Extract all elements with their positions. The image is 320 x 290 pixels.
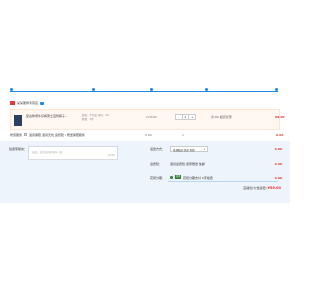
qty-plus-button[interactable]: + [189, 115, 195, 119]
huabei-amount: 0.00 [274, 176, 282, 180]
store-total-label: 店铺合计(含运费) [243, 186, 267, 190]
step-dot [150, 88, 153, 91]
divider [168, 181, 278, 182]
product-sku: 颜色：牛仔蓝 尺码：30 数量：1件 [82, 114, 108, 121]
step-dot [205, 88, 208, 91]
chat-icon[interactable] [40, 101, 45, 105]
delivery-select-value: 普通配送 快递 免邮 [173, 149, 195, 152]
checkout-steps [0, 88, 290, 92]
discount-info: 省:80 超值优惠 [211, 115, 232, 119]
store-name[interactable]: 某某服饰专营店 [17, 101, 38, 105]
store-header: 某某服饰专营店 [10, 101, 45, 105]
chevron-down-icon: ▾ [203, 148, 205, 151]
item-subtotal: 89.00 [275, 115, 285, 119]
store-badge-icon [10, 101, 15, 105]
service-price: 0.00 [145, 133, 152, 137]
service-row: 增值服务 退货保障 退货无忧 运费险 / 赠送保障服务 0.00 1 0.00 [10, 132, 284, 139]
step-dot [10, 88, 13, 91]
service-text[interactable]: 退货保障 退货无忧 运费险 / 赠送保障服务 [29, 133, 85, 137]
delivery-select[interactable]: 普通配送 快递 免邮 ▾ [170, 146, 208, 152]
seller-message-input[interactable]: 选填，请先和商家协商一致 0/200 [28, 146, 118, 160]
shipping-insurance-text: 退货运费险 卖家赠送 免邮 [170, 162, 205, 166]
sku-line: 数量：1件 [82, 117, 94, 121]
huabei-radio[interactable] [170, 176, 173, 179]
message-counter: 0/200 [107, 154, 115, 157]
service-checkbox[interactable] [24, 133, 27, 136]
shipping-insurance-amount: 0.00 [274, 162, 282, 166]
unit-price: 179.00 [146, 115, 157, 119]
delivery-label: 运送方式： [150, 147, 166, 151]
store-total: 店铺合计(含运费) ¥56.00 [243, 186, 281, 190]
order-item-row: 复古休闲牛仔裤男士直筒裤子... 颜色：牛仔蓝 尺码：30 数量：1件 179.… [10, 109, 285, 130]
product-title[interactable]: 复古休闲牛仔裤男士直筒裤子... [26, 114, 68, 118]
order-options-panel: 给卖家留言： 选填，请先和商家协商一致 0/200 运送方式： 普通配送 快递 … [0, 141, 290, 203]
message-label: 给卖家留言： [9, 147, 28, 151]
steps-line [10, 91, 278, 92]
message-placeholder: 选填，请先和商家协商一致 [32, 151, 63, 154]
product-thumbnail[interactable] [14, 115, 22, 126]
step-dot [275, 88, 278, 91]
step-dot [92, 88, 95, 91]
huabei-label: 花呗分期： [150, 176, 166, 180]
delivery-amount: 0.00 [274, 147, 282, 151]
huabei-text[interactable]: 花呗分期支付 0手续费 [183, 176, 213, 180]
qty-input[interactable]: 1 [181, 115, 190, 119]
huabei-badge: 花呗 [175, 175, 181, 179]
store-total-value: ¥56.00 [267, 186, 281, 190]
shipping-insurance-label: 运费险： [150, 162, 163, 166]
service-total: 0.00 [276, 133, 284, 137]
service-qty: 1 [182, 133, 184, 137]
service-label: 增值服务 [10, 133, 23, 137]
quantity-stepper: - 1 + [175, 114, 196, 120]
